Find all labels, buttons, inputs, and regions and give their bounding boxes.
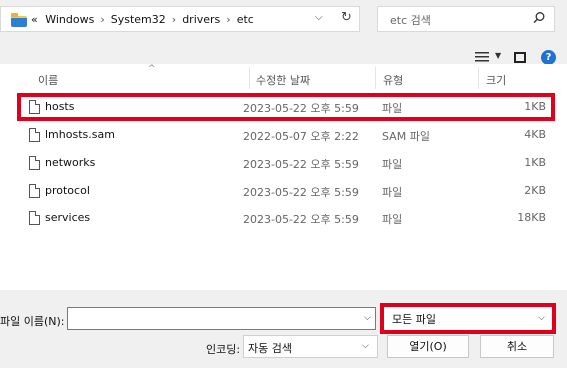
file-name: networks bbox=[45, 156, 96, 169]
cancel-button[interactable]: 취소 bbox=[480, 335, 554, 358]
file-size: 1KB bbox=[524, 156, 546, 169]
file-type-filter-select[interactable]: 모든 파일 ⌵ bbox=[380, 303, 556, 334]
chevron-right-icon: › bbox=[100, 13, 105, 26]
chevron-right-icon: › bbox=[171, 13, 177, 26]
file-icon bbox=[29, 184, 40, 198]
file-name: lmhosts.sam bbox=[45, 128, 115, 141]
file-date: 2023-05-22 오후 5:59 bbox=[243, 158, 359, 171]
chevron-down-icon[interactable]: ⌵ bbox=[315, 12, 323, 23]
column-divider[interactable] bbox=[478, 67, 479, 89]
breadcrumb-item-etc[interactable]: etc bbox=[237, 13, 254, 26]
file-size: 4KB bbox=[524, 128, 546, 141]
chevron-down-icon[interactable]: ⌵ bbox=[364, 313, 371, 323]
view-dropdown-icon[interactable]: ▼ bbox=[495, 51, 501, 60]
file-row-networks[interactable]: networks 2023-05-22 오후 5:59 파일 1KB bbox=[16, 152, 556, 174]
column-header-name[interactable]: 이름 bbox=[38, 72, 58, 88]
column-header-type[interactable]: 유형 bbox=[383, 72, 403, 88]
file-icon bbox=[29, 156, 40, 170]
file-name: services bbox=[45, 211, 91, 224]
file-row-lmhosts[interactable]: lmhosts.sam 2022-05-07 오후 2:22 SAM 파일 4K… bbox=[16, 124, 556, 146]
highlight-box-hosts bbox=[17, 93, 555, 121]
refresh-icon[interactable]: ↻ bbox=[341, 10, 352, 25]
file-row-protocol[interactable]: protocol 2023-05-22 오후 5:59 파일 2KB bbox=[16, 180, 556, 202]
help-icon[interactable]: ? bbox=[541, 50, 556, 65]
preview-pane-icon[interactable] bbox=[514, 52, 526, 63]
search-icon[interactable] bbox=[532, 11, 546, 25]
file-name: protocol bbox=[45, 184, 90, 197]
file-icon bbox=[29, 128, 40, 142]
file-type: SAM 파일 bbox=[382, 130, 430, 143]
sort-up-icon: ^ bbox=[148, 64, 156, 74]
column-divider[interactable] bbox=[249, 67, 250, 89]
file-type: 파일 bbox=[382, 186, 403, 199]
file-date: 2022-05-07 오후 2:22 bbox=[243, 130, 359, 143]
column-divider[interactable] bbox=[375, 67, 376, 89]
column-header-date[interactable]: 수정한 날짜 bbox=[256, 72, 310, 88]
chevron-down-icon: ⌵ bbox=[538, 313, 545, 323]
address-bar[interactable]: « Windows › System32 › drivers › etc ⌵ ↻ bbox=[0, 6, 360, 32]
folder-icon bbox=[11, 13, 27, 27]
file-size: 18KB bbox=[517, 211, 546, 224]
chevron-right-icon: › bbox=[226, 13, 231, 26]
encoding-select[interactable]: 자동 검색 ⌵ bbox=[243, 335, 378, 358]
file-row-services[interactable]: services 2023-05-22 오후 5:59 파일 18KB bbox=[16, 207, 556, 229]
filename-input[interactable]: ⌵ bbox=[67, 307, 376, 330]
breadcrumb-item-drivers[interactable]: drivers bbox=[182, 13, 220, 26]
breadcrumb-item-system32[interactable]: System32 bbox=[111, 13, 166, 26]
search-box[interactable]: etc 검색 bbox=[377, 6, 555, 32]
encoding-value: 자동 검색 bbox=[248, 342, 292, 355]
column-header-size[interactable]: 크기 bbox=[486, 72, 506, 88]
filename-label: 파일 이름(N): bbox=[0, 315, 65, 328]
search-input[interactable]: etc 검색 bbox=[390, 12, 431, 28]
open-button[interactable]: 열기(O) bbox=[387, 335, 469, 358]
chevron-down-icon: ⌵ bbox=[362, 341, 369, 351]
file-date: 2023-05-22 오후 5:59 bbox=[243, 186, 359, 199]
file-type-filter-value: 모든 파일 bbox=[392, 313, 436, 326]
breadcrumb: « Windows › System32 › drivers › etc bbox=[31, 13, 254, 26]
file-type: 파일 bbox=[382, 213, 403, 226]
file-icon bbox=[29, 211, 40, 225]
file-size: 2KB bbox=[524, 184, 546, 197]
file-type: 파일 bbox=[382, 158, 403, 171]
breadcrumb-item-windows[interactable]: Windows bbox=[45, 13, 94, 26]
file-date: 2023-05-22 오후 5:59 bbox=[243, 213, 359, 226]
encoding-label: 인코딩: bbox=[206, 343, 241, 356]
view-options-icon[interactable] bbox=[475, 52, 489, 62]
breadcrumb-overflow[interactable]: « bbox=[31, 13, 38, 26]
